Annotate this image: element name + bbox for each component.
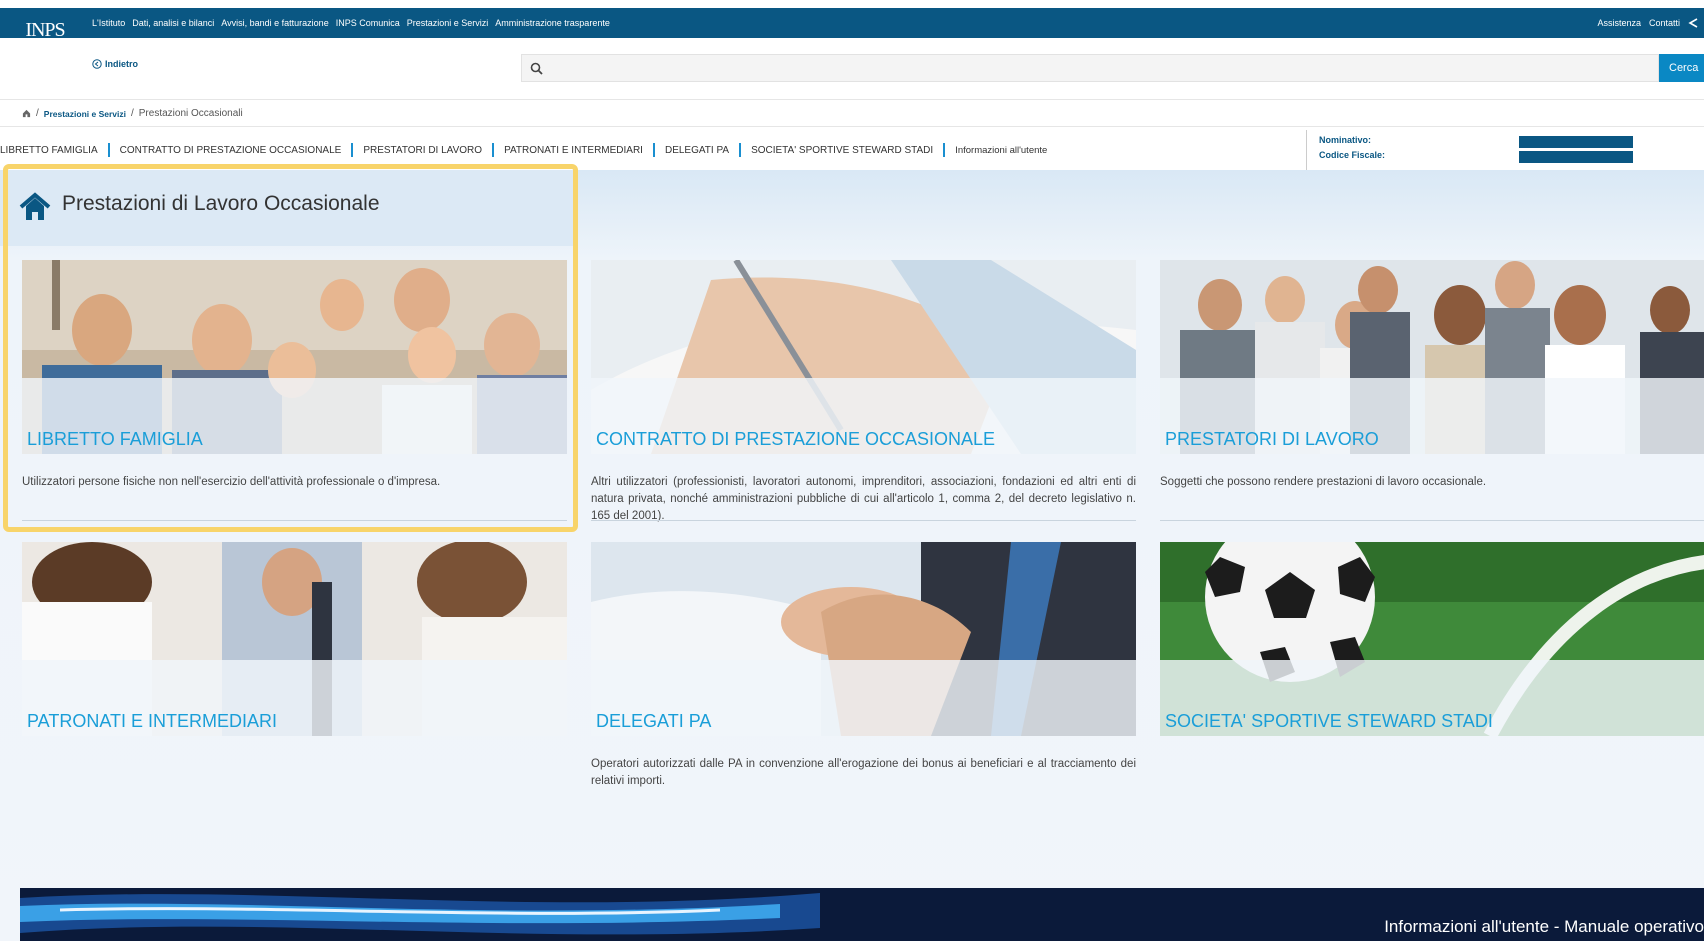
card-description: Operatori autorizzati dalle PA in conven… xyxy=(591,758,1136,787)
top-right-links: Assistenza Contatti xyxy=(1597,8,1698,38)
nav-separator xyxy=(739,143,742,157)
section-nav-societa[interactable]: SOCIETA' SPORTIVE STEWARD STADI xyxy=(751,145,933,156)
card-patronati-intermediari[interactable]: PATRONATI E INTERMEDIARI xyxy=(22,542,567,756)
footer-banner[interactable]: Informazioni all'utente - Manuale operat… xyxy=(20,888,1704,941)
contatti-link[interactable]: Contatti xyxy=(1649,18,1680,28)
codice-fiscale-label: Codice Fiscale: xyxy=(1319,150,1386,160)
top-nav-dati[interactable]: Dati, analisi e bilanci xyxy=(132,18,214,28)
breadcrumb-home-icon[interactable] xyxy=(22,109,31,118)
breadcrumb-sep: / xyxy=(36,108,39,119)
search-input[interactable] xyxy=(549,62,1658,74)
card-divider xyxy=(22,520,567,521)
back-arrow-icon xyxy=(92,59,102,69)
card-prestatori-lavoro[interactable]: PRESTATORI DI LAVORO Soggetti che posson… xyxy=(1160,260,1704,491)
back-button[interactable]: Indietro xyxy=(92,59,138,69)
breadcrumb-sep: / xyxy=(130,108,134,119)
card-description: Altri utilizzatori (professionisti, lavo… xyxy=(591,476,1136,522)
nav-separator xyxy=(943,143,946,157)
section-nav-prestatori[interactable]: PRESTATORI DI LAVORO xyxy=(363,145,482,156)
card-title[interactable]: PATRONATI E INTERMEDIARI xyxy=(27,711,277,732)
card-societa-sportive[interactable]: SOCIETA' SPORTIVE STEWARD STADI xyxy=(1160,542,1704,756)
breadcrumb-current: Prestazioni Occasionali xyxy=(138,108,243,119)
user-info: Nominativo: Codice Fiscale: xyxy=(1306,130,1704,170)
search-button[interactable]: Cerca xyxy=(1659,54,1704,82)
search-bar xyxy=(521,54,1659,82)
card-divider xyxy=(1160,520,1704,521)
home-icon xyxy=(19,192,51,220)
card-image-workers: PRESTATORI DI LAVORO xyxy=(1160,260,1704,454)
search-icon xyxy=(530,62,543,75)
codice-fiscale-value xyxy=(1519,151,1633,163)
section-nav-contratto[interactable]: CONTRATTO DI PRESTAZIONE OCCASIONALE xyxy=(120,145,342,156)
card-image-football: SOCIETA' SPORTIVE STEWARD STADI xyxy=(1160,542,1704,736)
card-libretto-famiglia[interactable]: LIBRETTO FAMIGLIA Utilizzatori persone f… xyxy=(22,260,567,491)
page-title: Prestazioni di Lavoro Occasionale xyxy=(62,192,380,215)
divider-line xyxy=(0,126,1704,127)
section-nav: LIBRETTO FAMIGLIA CONTRATTO DI PRESTAZIO… xyxy=(0,142,1047,158)
section-nav-informazioni[interactable]: Informazioni all'utente xyxy=(955,145,1047,156)
back-label: Indietro xyxy=(105,59,138,69)
share-icon[interactable] xyxy=(1688,18,1698,28)
logo-text: INPS xyxy=(25,19,65,41)
breadcrumb: / Prestazioni e Servizi / Prestazioni Oc… xyxy=(22,108,243,119)
nav-separator xyxy=(351,143,354,157)
nominativo-label: Nominativo: xyxy=(1319,135,1372,145)
top-nav-trasparente[interactable]: Amministrazione trasparente xyxy=(495,18,610,28)
top-nav-istituto[interactable]: L'Istituto xyxy=(92,18,125,28)
nav-separator xyxy=(492,143,495,157)
card-image-signing: CONTRATTO DI PRESTAZIONE OCCASIONALE xyxy=(591,260,1136,454)
assistenza-link[interactable]: Assistenza xyxy=(1597,18,1641,28)
main-content: Prestazioni di Lavoro Occasionale LIBRET… xyxy=(0,164,1704,941)
top-nav-prestazioni[interactable]: Prestazioni e Servizi xyxy=(407,18,489,28)
top-nav-comunica[interactable]: INPS Comunica xyxy=(336,18,400,28)
page-header: Prestazioni di Lavoro Occasionale xyxy=(0,170,578,246)
card-image-meeting: PATRONATI E INTERMEDIARI xyxy=(22,542,567,736)
card-divider xyxy=(591,520,1136,521)
card-title[interactable]: CONTRATTO DI PRESTAZIONE OCCASIONALE xyxy=(596,429,995,450)
card-image-handshake: DELEGATI PA xyxy=(591,542,1136,736)
section-nav-libretto[interactable]: LIBRETTO FAMIGLIA xyxy=(0,145,98,156)
card-title[interactable]: LIBRETTO FAMIGLIA xyxy=(27,429,203,450)
card-contratto-prestazione[interactable]: CONTRATTO DI PRESTAZIONE OCCASIONALE Alt… xyxy=(591,260,1136,525)
card-description: Soggetti che possono rendere prestazioni… xyxy=(1160,476,1487,488)
top-bar: L'Istituto Dati, analisi e bilanci Avvis… xyxy=(0,8,1704,38)
nav-separator xyxy=(107,143,110,157)
section-nav-delegati[interactable]: DELEGATI PA xyxy=(665,145,729,156)
nav-separator xyxy=(652,143,655,157)
footer-link[interactable]: Informazioni all'utente - Manuale operat… xyxy=(1384,917,1704,937)
header-row: Indietro Cerca xyxy=(0,38,1704,100)
card-title[interactable]: DELEGATI PA xyxy=(596,711,711,732)
card-image-family: LIBRETTO FAMIGLIA xyxy=(22,260,567,454)
card-title[interactable]: SOCIETA' SPORTIVE STEWARD STADI xyxy=(1165,711,1493,732)
breadcrumb-prestazioni-servizi[interactable]: Prestazioni e Servizi xyxy=(44,109,126,119)
section-nav-patronati[interactable]: PATRONATI E INTERMEDIARI xyxy=(504,145,643,156)
nominativo-value xyxy=(1519,136,1633,148)
card-delegati-pa[interactable]: DELEGATI PA Operatori autorizzati dalle … xyxy=(591,542,1136,790)
top-nav-avvisi[interactable]: Avvisi, bandi e fatturazione xyxy=(221,18,328,28)
top-nav: L'Istituto Dati, analisi e bilanci Avvis… xyxy=(92,8,610,38)
card-title[interactable]: PRESTATORI DI LAVORO xyxy=(1165,429,1379,450)
card-description: Utilizzatori persone fisiche non nell'es… xyxy=(22,476,441,488)
